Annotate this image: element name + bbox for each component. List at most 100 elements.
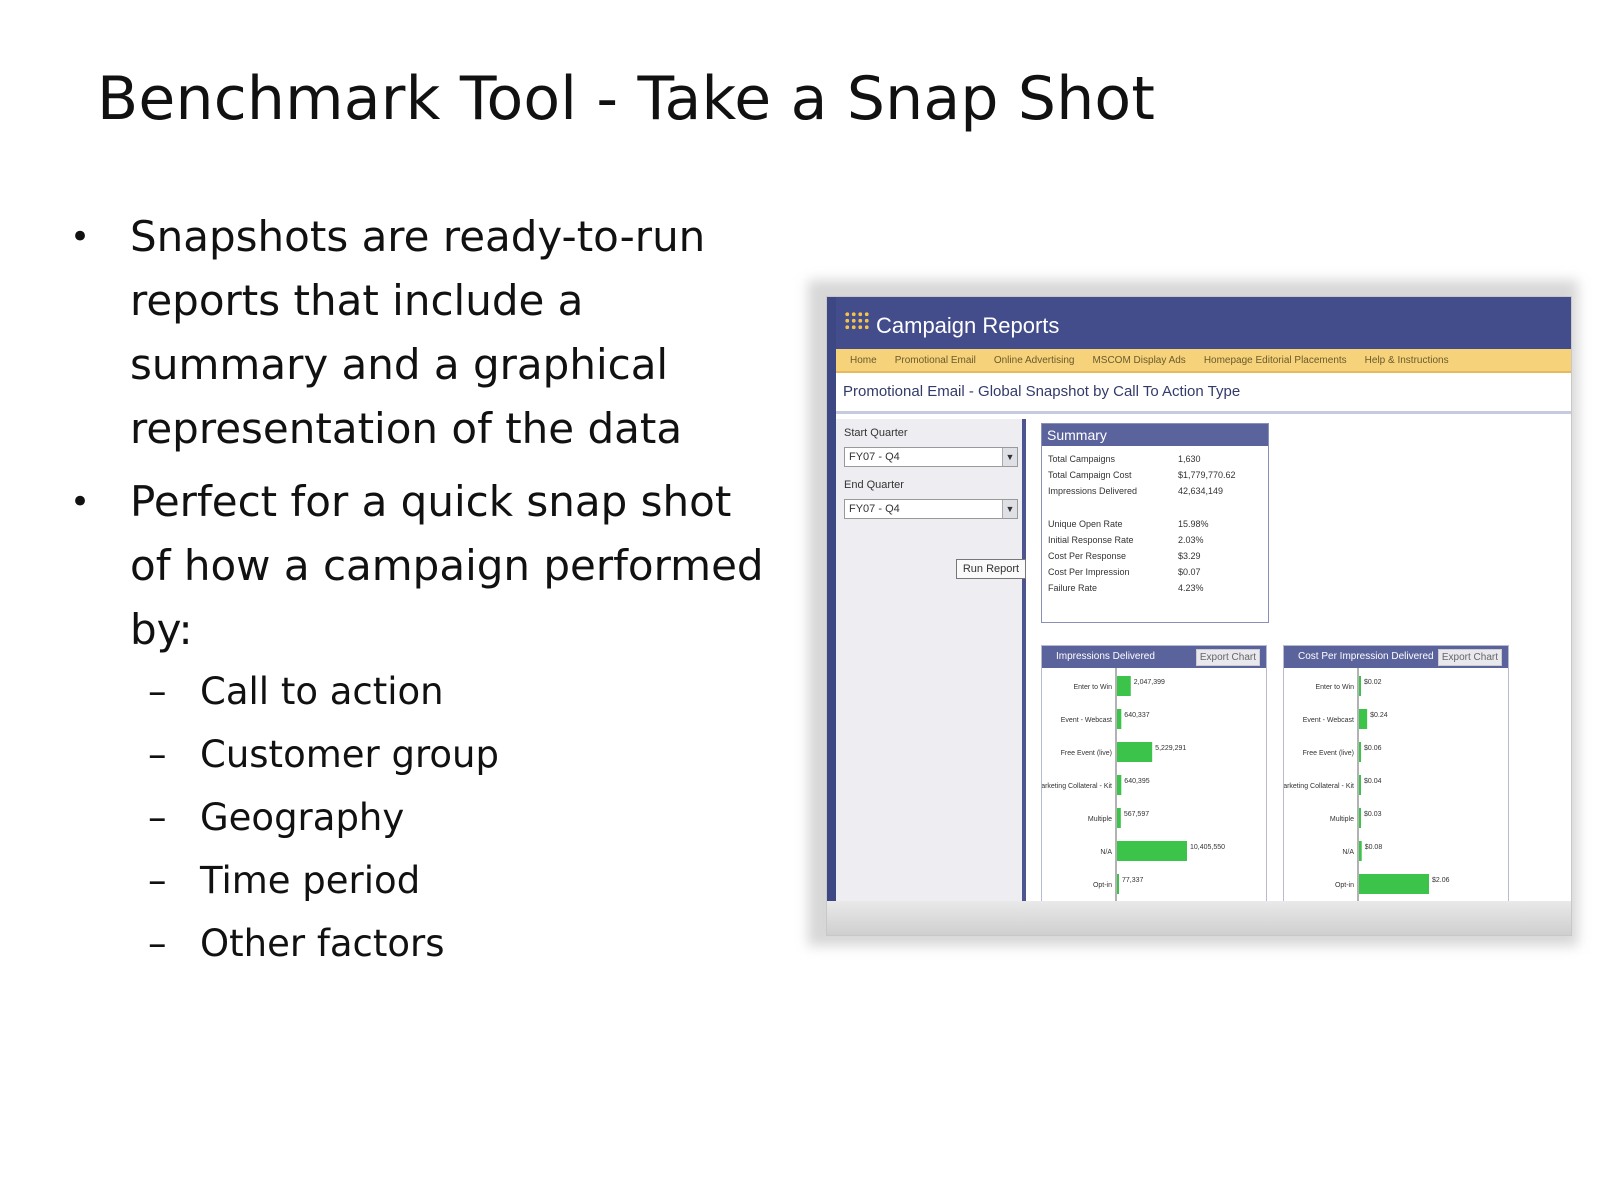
nav-item-help[interactable]: Help & Instructions	[1365, 355, 1449, 366]
export-chart-button[interactable]: Export Chart	[1437, 649, 1502, 666]
nav-item-promotional-email[interactable]: Promotional Email	[895, 355, 976, 366]
bullet-text: Snapshots are ready-to-run reports that …	[130, 205, 705, 461]
summary-label: Cost Per Response	[1048, 551, 1127, 561]
category-label: Event - Webcast	[1061, 717, 1112, 724]
dash-mark: –	[148, 922, 167, 965]
chart-bar	[1359, 775, 1361, 795]
start-quarter-select[interactable]: FY07 - Q4 ▼	[844, 447, 1018, 467]
window-left-bar	[827, 297, 836, 907]
report-title: Promotional Email - Global Snapshot by C…	[843, 383, 1241, 400]
summary-label: Total Campaign Cost	[1048, 470, 1132, 480]
filter-panel: Start Quarter FY07 - Q4 ▼ End Quarter FY…	[836, 419, 1026, 907]
subitem-text: Customer group	[200, 733, 499, 776]
value-label: 567,597	[1124, 811, 1149, 818]
dash-mark: –	[148, 796, 167, 839]
subitem: – Time period	[148, 849, 420, 913]
dash-mark: –	[148, 670, 167, 713]
cost-per-impression-chart: Cost Per Impression Delivered Export Cha…	[1283, 645, 1509, 907]
bullet-line: by:	[130, 605, 193, 654]
divider	[836, 411, 1571, 414]
chart-bar	[1117, 841, 1187, 861]
value-label: $0.03	[1364, 811, 1382, 818]
category-label: Event - Webcast	[1303, 717, 1354, 724]
category-label: Free Event (live)	[1061, 750, 1112, 757]
category-label: Enter to Win	[1073, 684, 1112, 691]
category-label: Opt-in	[1093, 882, 1112, 889]
summary-label: Failure Rate	[1048, 583, 1098, 593]
value-label: $0.02	[1364, 679, 1382, 686]
chevron-down-icon[interactable]: ▼	[1002, 448, 1017, 466]
chart-bar	[1359, 841, 1362, 861]
subitem-text: Time period	[200, 859, 421, 902]
summary-value: $1,779,770.62	[1178, 470, 1236, 480]
chart-bar	[1359, 874, 1429, 894]
bullet-line: summary and a graphical	[130, 340, 669, 389]
end-quarter-select[interactable]: FY07 - Q4 ▼	[844, 499, 1018, 519]
start-quarter-label: Start Quarter	[844, 427, 908, 439]
end-quarter-value: FY07 - Q4	[849, 503, 900, 515]
export-chart-button[interactable]: Export Chart	[1195, 649, 1260, 666]
impressions-chart-svg: Enter to Win 2,047,399 Event - Webcast 640,…	[1042, 668, 1225, 906]
window-status-bar	[827, 901, 1571, 935]
subitem: – Call to action	[148, 660, 444, 724]
summary-value: $0.07	[1178, 567, 1201, 577]
bullet-mark: •	[70, 217, 91, 257]
summary-label: Total Campaigns	[1048, 454, 1116, 464]
app-logo-icon	[844, 311, 870, 331]
bullet-line: reports that include a	[130, 276, 584, 325]
bullet-line: of how a campaign performed	[130, 541, 764, 590]
app-nav: Home Promotional Email Online Advertisin…	[836, 349, 1571, 373]
nav-item-home[interactable]: Home	[850, 355, 877, 366]
chevron-down-icon[interactable]: ▼	[1002, 500, 1017, 518]
value-label: $0.08	[1365, 844, 1383, 851]
value-label: $0.24	[1370, 712, 1388, 719]
value-label: 77,337	[1122, 877, 1144, 884]
category-label: Marketing Collateral - Kit	[1042, 783, 1112, 790]
subitem: – Geography	[148, 786, 404, 850]
app-header: Campaign Reports	[836, 297, 1571, 349]
nav-item-mscom-display-ads[interactable]: MSCOM Display Ads	[1092, 355, 1185, 366]
chart-bar	[1117, 709, 1122, 729]
summary-value: 2.03%	[1178, 535, 1204, 545]
chart-bar	[1117, 808, 1121, 828]
category-label: Multiple	[1330, 816, 1354, 823]
dash-mark: –	[148, 733, 167, 776]
value-label: $0.06	[1364, 745, 1382, 752]
chart-bar	[1359, 709, 1368, 729]
chart-bar	[1359, 676, 1361, 696]
bullet-text: Perfect for a quick snap shot of how a c…	[130, 470, 764, 662]
bullet-mark: •	[70, 482, 91, 522]
category-label: Multiple	[1088, 816, 1112, 823]
summary-panel: Summary Total Campaigns 1,630 Total Camp…	[1041, 423, 1269, 623]
chart-bar	[1117, 676, 1131, 696]
category-label: Free Event (live)	[1303, 750, 1354, 757]
chart-title: Cost Per Impression Delivered	[1298, 651, 1434, 662]
category-label: Marketing Collateral - Kit	[1284, 783, 1354, 790]
bullet-line: Perfect for a quick snap shot	[130, 477, 732, 526]
subitem-text: Call to action	[200, 670, 444, 713]
run-report-button[interactable]: Run Report	[956, 559, 1026, 579]
category-label: N/A	[1342, 849, 1354, 856]
value-label: 10,405,550	[1190, 844, 1225, 851]
value-label: 5,229,291	[1155, 745, 1186, 752]
summary-label: Cost Per Impression	[1048, 567, 1130, 577]
subitem-text: Other factors	[200, 922, 445, 965]
app-title: Campaign Reports	[876, 313, 1060, 338]
nav-item-homepage-editorial[interactable]: Homepage Editorial Placements	[1204, 355, 1347, 366]
nav-item-online-advertising[interactable]: Online Advertising	[994, 355, 1075, 366]
value-label: $0.04	[1364, 778, 1382, 785]
summary-label: Unique Open Rate	[1048, 519, 1123, 529]
summary-value: 42,634,149	[1178, 486, 1224, 496]
chart-bar	[1117, 874, 1119, 894]
slide-title: Benchmark Tool - Take a Snap Shot	[97, 64, 1156, 134]
chart-bar	[1359, 742, 1362, 762]
value-label: 640,337	[1124, 712, 1149, 719]
summary-value: 1,630	[1178, 454, 1201, 464]
chart-header: Impressions Delivered Export Chart	[1042, 646, 1266, 668]
end-quarter-label: End Quarter	[844, 479, 904, 491]
chart-title: Impressions Delivered	[1056, 651, 1155, 662]
summary-label: Impressions Delivered	[1048, 486, 1138, 496]
cost-chart-svg: Enter to Win $0.02 Event - Webcast $0.24 Fre…	[1284, 668, 1450, 906]
impressions-chart: Impressions Delivered Export Chart Enter…	[1041, 645, 1267, 907]
bullet-line: Snapshots are ready-to-run	[130, 212, 706, 261]
